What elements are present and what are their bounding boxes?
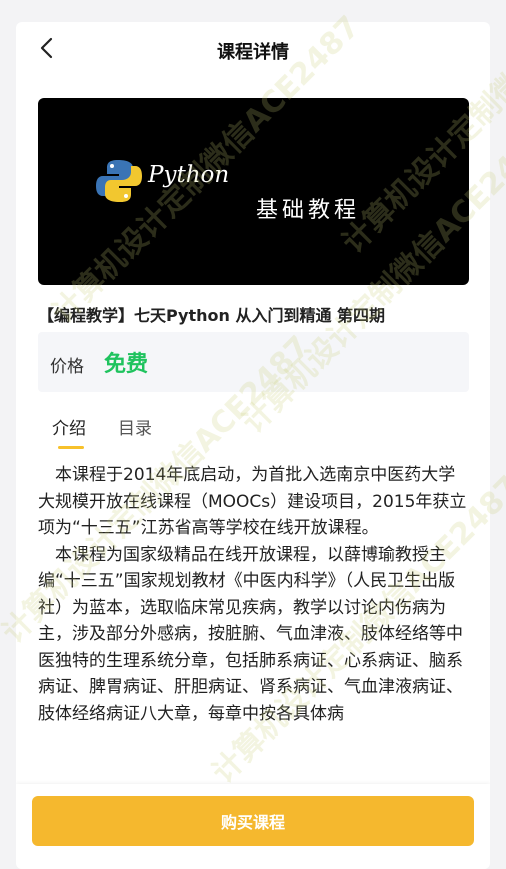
course-detail-page: 课程详情 Python 基础教程 【编程教学】七天Python 从入门到精通 第… xyxy=(16,22,490,869)
tab-intro[interactable]: 介绍 xyxy=(52,414,86,439)
buy-course-button[interactable]: 购买课程 xyxy=(32,796,474,846)
course-title: 【编程教学】七天Python 从入门到精通 第四期 xyxy=(38,306,386,325)
course-banner: Python 基础教程 xyxy=(38,98,469,285)
tab-catalog[interactable]: 目录 xyxy=(118,414,152,439)
intro-paragraph: 本课程于2014年底启动，为首批入选南京中医药大学大规模开放在线课程（MOOCs… xyxy=(38,465,467,538)
page-title: 课程详情 xyxy=(217,42,289,63)
intro-paragraph: 本课程为国家级精品在线开放课程，以薛博瑜教授主编“十三五”国家规划教材《中医内科… xyxy=(38,544,463,724)
banner-english-text: Python xyxy=(148,162,230,188)
price-label: 价格 xyxy=(50,357,84,377)
tab-active-indicator xyxy=(58,446,84,449)
nav-bar: 课程详情 xyxy=(16,22,490,78)
intro-content: 本课程于2014年底启动，为首批入选南京中医药大学大规模开放在线课程（MOOCs… xyxy=(38,462,470,782)
price-section: 价格 免费 xyxy=(38,332,469,392)
python-logo-icon xyxy=(96,160,142,202)
bottom-bar: 购买课程 xyxy=(16,784,490,869)
tab-bar: 介绍 目录 xyxy=(38,414,469,454)
banner-chinese-text: 基础教程 xyxy=(256,198,361,223)
price-value: 免费 xyxy=(104,352,149,377)
